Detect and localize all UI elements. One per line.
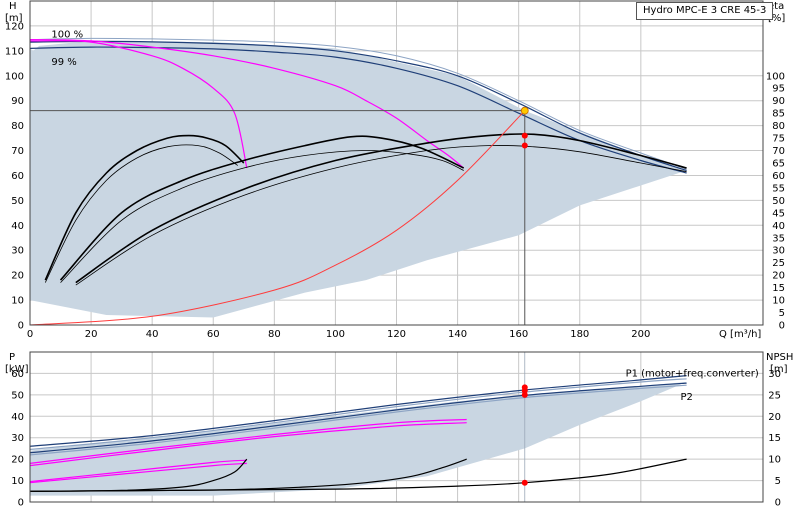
npsh-tick-label: 10 (768, 455, 781, 466)
eta-tick-label: 50 (772, 196, 785, 207)
power-axis-unit: [kW] (5, 364, 29, 375)
duty-marker (521, 132, 528, 139)
eta-tick-label: 45 (772, 208, 785, 219)
head-x-tick-label: 100 (326, 329, 345, 340)
head-x-tick-label: 140 (448, 329, 467, 340)
eta-tick-label: 70 (772, 146, 785, 157)
head-y-tick-label: 20 (11, 271, 24, 282)
eta-tick-label: 60 (772, 171, 785, 182)
npsh-tick-label: 0 (775, 498, 781, 509)
head-y-tick-label: 80 (11, 121, 24, 132)
head-x-tick-label: 120 (387, 329, 406, 340)
power-y-tick-label: 0 (18, 498, 24, 509)
head-y-tick-label: 40 (11, 221, 24, 232)
eta-tick-label: 65 (772, 159, 785, 170)
npsh-tick-label: 5 (775, 476, 781, 487)
pump-model-label: Hydro MPC-E 3 CRE 45-3 (636, 2, 774, 20)
eta-tick-label: 25 (772, 258, 785, 269)
head-y-tick-label: 60 (11, 171, 24, 182)
eta-tick-label: 20 (772, 271, 785, 282)
power-y-tick-label: 10 (11, 476, 24, 487)
pump-curve-chart: 0 10 20 30 40 50 60 70 80 90 100 110 120 0 20 40 60 80 100… (0, 0, 800, 520)
power-y-tick-label: 30 (11, 433, 24, 444)
head-x-tick-label: 200 (631, 329, 650, 340)
npsh-axis-label: NPSH (766, 352, 793, 363)
eta-tick-label: 75 (772, 134, 785, 145)
eta-tick-label: 40 (772, 221, 785, 232)
speed-annotation-label: 100 % (51, 29, 83, 40)
npsh-axis-unit: [m] (770, 364, 788, 375)
speed-annotation-label: 99 % (51, 57, 76, 68)
duty-operating-point (520, 106, 529, 115)
head-x-tick-label: 40 (146, 329, 159, 340)
flow-axis-label: Q [m³/h] (719, 329, 761, 340)
eta-tick-label: 35 (772, 233, 785, 244)
head-y-tick-label: 110 (5, 46, 24, 57)
head-axis-unit: [m] (5, 13, 23, 24)
power-axis-label: P (9, 352, 15, 363)
eta-tick-label: 55 (772, 183, 785, 194)
npsh-tick-label: 15 (768, 433, 781, 444)
eta-tick-label: 0 (779, 321, 785, 332)
power-curve-label: P2 (681, 392, 693, 403)
power-y-tick-label: 50 (11, 390, 24, 401)
head-x-tick-label: 20 (85, 329, 98, 340)
head-y-tick-label: 70 (11, 146, 24, 157)
power-y-tick-label: 40 (11, 412, 24, 423)
eta-tick-label: 5 (779, 308, 785, 319)
pump-performance-chart: 01020304050607080901001101200 20 40 60 80 100… (5, 0, 793, 509)
eta-tick-label: 10 (772, 296, 785, 307)
head-y-tick-label: 0 (18, 321, 24, 332)
head-y-tick-label: 100 (5, 71, 24, 82)
head-x-tick-label: 60 (207, 329, 220, 340)
eta-tick-label: 95 (772, 84, 785, 95)
head-axis-label: H (9, 1, 17, 12)
head-y-tick-label: 90 (11, 96, 24, 107)
eta-tick-label: 100 (766, 71, 785, 82)
eta-tick-label: 80 (772, 121, 785, 132)
head-x-tick-label: 0 (27, 329, 33, 340)
npsh-tick-label: 20 (768, 412, 781, 423)
eta-tick-label: 30 (772, 246, 785, 257)
eta-tick-label: 85 (772, 109, 785, 120)
npsh-tick-label: 25 (768, 390, 781, 401)
power-duty-marker (521, 391, 528, 398)
head-x-tick-label: 80 (268, 329, 281, 340)
head-y-tick-label: 10 (11, 296, 24, 307)
eta-tick-label: 90 (772, 96, 785, 107)
power-curve-label: P1 (motor+freq.converter) (626, 368, 759, 379)
power-y-tick-label: 20 (11, 455, 24, 466)
npsh-duty-marker (521, 479, 528, 486)
head-y-tick-label: 30 (11, 246, 24, 257)
head-x-tick-label: 160 (509, 329, 528, 340)
head-y-tick-label: 50 (11, 196, 24, 207)
duty-marker (521, 142, 528, 149)
head-x-tick-label: 180 (570, 329, 589, 340)
eta-tick-label: 15 (772, 283, 785, 294)
